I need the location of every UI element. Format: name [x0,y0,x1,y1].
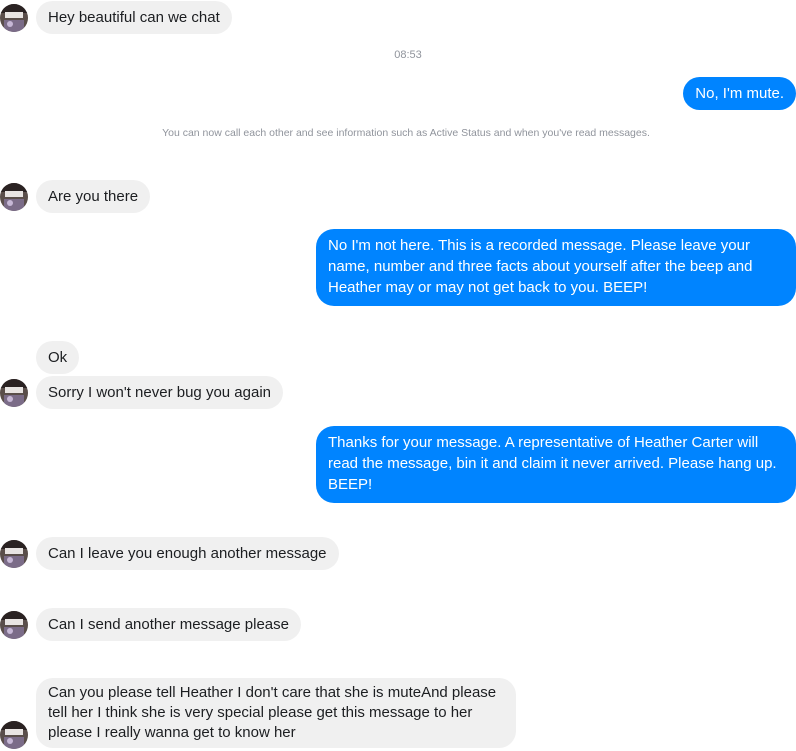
contact-avatar-icon[interactable] [0,721,28,749]
incoming-message[interactable]: Are you there [36,180,151,213]
incoming-message[interactable]: Can I send another message please [36,608,301,641]
conversation-notice: You can now call each other and see info… [162,127,650,139]
incoming-message[interactable]: Ok [36,341,80,374]
timestamp: 08:53 [394,49,422,61]
outgoing-message[interactable]: No I'm not here. This is a recorded mess… [316,229,796,306]
contact-avatar-icon[interactable] [0,611,28,639]
incoming-message[interactable]: Hey beautiful can we chat [36,1,232,34]
incoming-message[interactable]: Can you please tell Heather I don't care… [36,678,516,748]
incoming-message[interactable]: Can I leave you enough another message [36,537,339,570]
contact-avatar-icon[interactable] [0,183,28,211]
outgoing-message[interactable]: Thanks for your message. A representativ… [316,426,796,503]
outgoing-message[interactable]: No, I'm mute. [683,77,796,110]
contact-avatar-icon[interactable] [0,4,28,32]
incoming-message[interactable]: Sorry I won't never bug you again [36,376,283,409]
contact-avatar-icon[interactable] [0,540,28,568]
contact-avatar-icon[interactable] [0,379,28,407]
